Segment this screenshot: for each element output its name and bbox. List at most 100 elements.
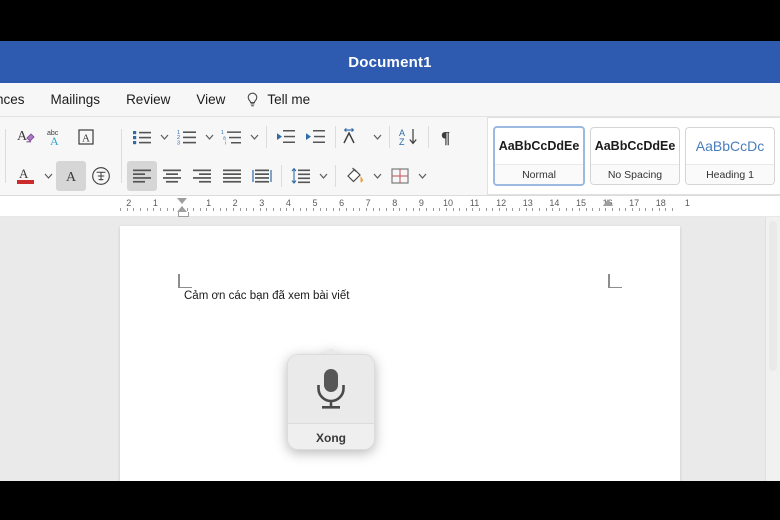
- spelling-check-icon[interactable]: abc A: [41, 122, 71, 152]
- ruler-tick: [213, 208, 215, 211]
- document-body-text[interactable]: Cảm ơn các bạn đã xem bài viết: [184, 290, 349, 302]
- style-preview-normal: AaBbCcDdEe: [498, 139, 580, 153]
- borders-dropdown-icon[interactable]: [415, 161, 430, 191]
- ruler-tick: [645, 208, 647, 211]
- text-highlight-icon[interactable]: A: [56, 160, 86, 191]
- style-card-normal[interactable]: AaBbCcDdEe Normal: [493, 126, 585, 186]
- ruler-tick: [306, 208, 308, 211]
- numbered-list-dropdown-icon[interactable]: [202, 122, 217, 152]
- scrollbar-thumb[interactable]: [769, 221, 777, 371]
- ruler-tick: [193, 208, 195, 211]
- tab-references-label: nces: [0, 92, 25, 107]
- document-canvas[interactable]: Cảm ơn các bạn đã xem bài viết: [0, 217, 780, 481]
- clear-formatting-icon[interactable]: A: [11, 122, 41, 152]
- tab-review-label: Review: [126, 92, 171, 107]
- svg-text:Z: Z: [399, 137, 405, 147]
- ruler-tick: [532, 208, 534, 211]
- ruler-tick: [598, 208, 600, 211]
- bullet-list-dropdown-icon[interactable]: [157, 122, 172, 152]
- ruler-tick: [266, 208, 268, 211]
- svg-text:A: A: [82, 132, 90, 144]
- phonetic-guide-icon[interactable]: [86, 161, 116, 191]
- letterbox-top: [0, 0, 780, 41]
- align-center-icon[interactable]: [157, 161, 187, 191]
- line-spacing-dropdown-icon[interactable]: [316, 161, 331, 191]
- line-spacing-icon[interactable]: [286, 161, 316, 191]
- ruler-tick: [412, 208, 414, 211]
- ruler-number: 17: [629, 198, 640, 208]
- ruler-tick: [618, 208, 620, 211]
- ruler-tick: [272, 208, 274, 211]
- ruler-tick: [399, 208, 401, 211]
- character-border-icon[interactable]: A: [71, 122, 101, 152]
- ruler-tick: [279, 208, 281, 211]
- paragraph-group: 1 2 3 1 a i A Z ¶: [127, 117, 463, 195]
- svg-text:3: 3: [177, 140, 180, 146]
- ruler-tick: [632, 208, 634, 211]
- style-label-no-spacing: No Spacing: [591, 164, 679, 184]
- borders-icon[interactable]: [385, 161, 415, 191]
- dictation-done-button[interactable]: Xong: [288, 423, 374, 449]
- asian-layout-dropdown-icon[interactable]: [370, 122, 385, 152]
- svg-text:¶: ¶: [441, 128, 450, 147]
- tab-review[interactable]: Review: [113, 83, 183, 116]
- style-card-no-spacing[interactable]: AaBbCcDdEe No Spacing: [590, 127, 680, 185]
- style-label-heading-1: Heading 1: [686, 164, 774, 184]
- lightbulb-icon: [246, 92, 259, 107]
- ruler-tick: [525, 208, 527, 211]
- ruler-tick: [425, 208, 427, 211]
- style-preview-heading-1: AaBbCcDc: [695, 138, 765, 154]
- ruler-tick: [199, 208, 201, 211]
- ruler-bar[interactable]: 2 1 1 2 3 4 5 6 7 8 9 10 11 12 13 14 15 16 17 18 1: [0, 196, 780, 217]
- dictation-widget[interactable]: Xong: [287, 347, 375, 450]
- right-indent-marker[interactable]: [602, 199, 613, 206]
- asian-layout-icon[interactable]: [340, 122, 370, 152]
- ruler-tick: [146, 208, 148, 211]
- shading-icon[interactable]: [340, 161, 370, 191]
- bullet-list-icon[interactable]: [127, 122, 157, 152]
- ruler-tick: [286, 208, 288, 211]
- first-line-indent-marker[interactable]: [177, 198, 187, 204]
- paragraph-group-row-1: 1 2 3 1 a i A Z ¶: [127, 117, 463, 156]
- font-color-icon[interactable]: A: [11, 161, 41, 191]
- align-left-icon[interactable]: [127, 160, 157, 191]
- ruler-number: 8: [392, 198, 398, 208]
- ruler-tick: [346, 208, 348, 211]
- tab-references[interactable]: nces: [0, 83, 38, 116]
- style-card-heading-1[interactable]: AaBbCcDc Heading 1: [685, 127, 775, 185]
- ruler-tick: [386, 208, 387, 211]
- shading-dropdown-icon[interactable]: [370, 161, 385, 191]
- multilevel-list-dropdown-icon[interactable]: [247, 122, 262, 152]
- horizontal-ruler[interactable]: 2 1 1 2 3 4 5 6 7 8 9 10 11 12 13 14 15 16 17 18 1: [118, 198, 690, 217]
- paragraph-divider-3: [389, 125, 390, 148]
- tab-tell-me[interactable]: Tell me: [238, 83, 323, 116]
- increase-indent-icon[interactable]: [301, 122, 331, 152]
- decrease-indent-icon[interactable]: [271, 122, 301, 152]
- justify-icon[interactable]: [217, 161, 247, 191]
- document-page[interactable]: Cảm ơn các bạn đã xem bài viết: [120, 226, 680, 481]
- align-right-icon[interactable]: [187, 161, 217, 191]
- tab-mailings[interactable]: Mailings: [38, 83, 114, 116]
- svg-text:A: A: [17, 129, 28, 144]
- ruler-number: 1: [684, 198, 690, 208]
- ruler-tick: [452, 208, 454, 211]
- ruler-tick: [459, 208, 461, 211]
- ruler-tick: [366, 208, 368, 211]
- sort-icon[interactable]: A Z: [394, 122, 424, 152]
- screenshot-root: Document1 nces Mailings Review View: [0, 0, 780, 520]
- ruler-number: 5: [312, 198, 318, 208]
- show-marks-icon[interactable]: ¶: [433, 122, 463, 152]
- multilevel-list-icon[interactable]: 1 a i: [217, 122, 247, 152]
- svg-text:A: A: [66, 170, 77, 185]
- ruler-tick: [173, 208, 175, 211]
- ruler-tick: [352, 208, 354, 211]
- tab-view[interactable]: View: [183, 83, 238, 116]
- microphone-icon[interactable]: [288, 355, 374, 423]
- font-color-dropdown-icon[interactable]: [41, 161, 56, 191]
- vertical-scrollbar[interactable]: [765, 217, 780, 481]
- ruler-tick: [652, 208, 653, 211]
- ruler-tick: [126, 208, 128, 211]
- dictation-done-label: Xong: [316, 430, 346, 445]
- numbered-list-icon[interactable]: 1 2 3: [172, 122, 202, 152]
- distributed-icon[interactable]: [247, 161, 277, 191]
